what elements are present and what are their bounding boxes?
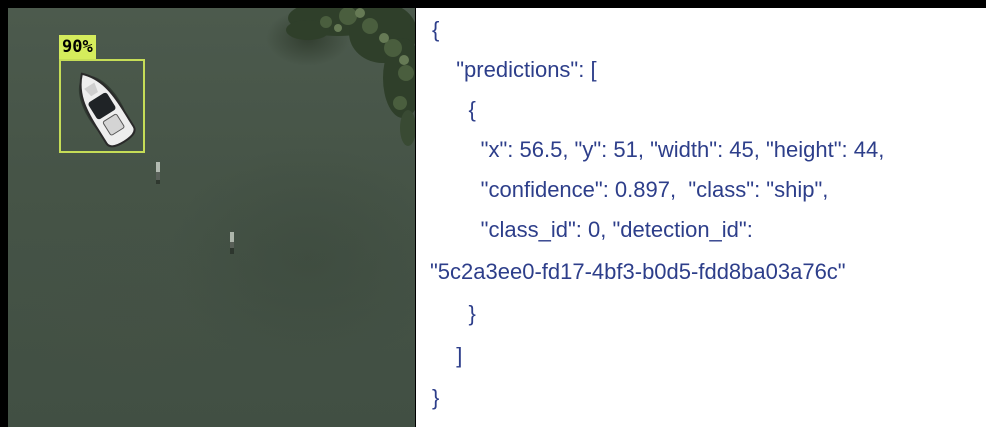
json-line: { bbox=[444, 97, 476, 122]
json-line: "confidence": 0.897, "class": "ship", bbox=[444, 177, 829, 202]
json-output-panel: { "predictions": [ { "x": 56.5, "y": 51,… bbox=[416, 8, 986, 427]
json-line: { bbox=[432, 17, 440, 42]
confidence-label: 90% bbox=[59, 35, 96, 59]
water-marker bbox=[156, 162, 160, 184]
json-line: } bbox=[444, 301, 476, 326]
water-marker bbox=[230, 232, 234, 254]
json-line: ] bbox=[444, 343, 463, 368]
json-line: "predictions": [ bbox=[444, 57, 597, 82]
detection-bounding-box bbox=[59, 59, 145, 153]
json-line: "x": 56.5, "y": 51, "width": 45, "height… bbox=[444, 137, 885, 162]
json-line: } bbox=[432, 385, 440, 410]
json-line: "5c2a3ee0-fd17-4bf3-b0d5-fdd8ba03a76c" bbox=[430, 259, 846, 284]
screenshot-frame: 90% { "predictions": [ { "x": 56.5, "y":… bbox=[0, 0, 986, 427]
aerial-image-panel: 90% bbox=[8, 8, 415, 427]
json-line: "class_id": 0, "detection_id": bbox=[444, 217, 753, 242]
